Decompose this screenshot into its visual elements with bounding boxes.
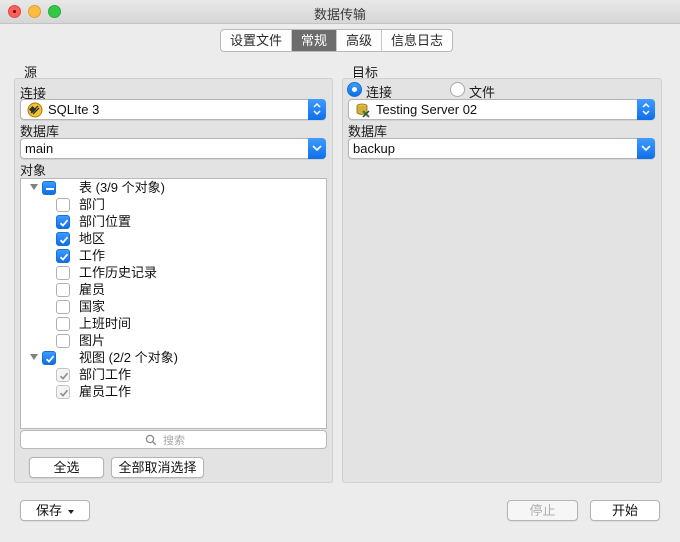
table-label: 工作: [79, 248, 106, 263]
tree-item-table[interactable]: 部门: [21, 196, 326, 213]
title-bar: 数据传输: [0, 0, 680, 24]
dropdown-caret-icon: [68, 509, 74, 514]
target-database-combo[interactable]: backup: [348, 138, 655, 159]
chevron-down-icon[interactable]: [637, 138, 655, 159]
tree-item-view[interactable]: 雇员工作: [21, 383, 326, 400]
table-checkbox[interactable]: [56, 198, 70, 212]
table-checkbox[interactable]: [56, 334, 70, 348]
target-file-radio[interactable]: [450, 82, 465, 97]
source-connection-popup[interactable]: SQLIte 3: [20, 99, 326, 120]
objects-label: 对象: [20, 163, 47, 178]
target-database-value: backup: [353, 141, 395, 156]
table-checkbox[interactable]: [56, 232, 70, 246]
object-search-field[interactable]: 搜索: [20, 430, 327, 449]
tree-group-tables[interactable]: 表 (3/9 个对象): [21, 179, 326, 196]
disclosure-triangle-icon[interactable]: [30, 184, 38, 190]
table-label: 部门: [79, 197, 106, 212]
tab-profile[interactable]: 设置文件: [221, 30, 293, 51]
tab-message-log[interactable]: 信息日志: [382, 30, 452, 51]
start-button[interactable]: 开始: [590, 500, 660, 521]
view-checkbox[interactable]: [56, 385, 70, 399]
table-label: 地区: [79, 231, 106, 246]
tree-item-table[interactable]: 工作历史记录: [21, 264, 326, 281]
tree-item-table[interactable]: 上班时间: [21, 315, 326, 332]
chevron-down-icon[interactable]: [308, 138, 326, 159]
tree-item-table[interactable]: 地区: [21, 230, 326, 247]
tree-item-table[interactable]: 部门位置: [21, 213, 326, 230]
table-checkbox[interactable]: [56, 266, 70, 280]
target-connection-popup[interactable]: Testing Server 02: [348, 99, 655, 120]
popup-arrows-icon: [308, 99, 326, 120]
views-group-label: 视图 (2/2 个对象): [79, 350, 178, 365]
sqlite-icon: [27, 102, 43, 118]
tree-item-view[interactable]: 部门工作: [21, 366, 326, 383]
search-placeholder: 搜索: [163, 435, 185, 447]
table-checkbox[interactable]: [56, 300, 70, 314]
views-group-checkbox[interactable]: [42, 351, 56, 365]
tree-item-table[interactable]: 图片: [21, 332, 326, 349]
view-label: 雇员工作: [79, 384, 132, 399]
view-checkbox[interactable]: [56, 368, 70, 382]
popup-arrows-icon: [637, 99, 655, 120]
tab-advanced[interactable]: 高级: [337, 30, 383, 51]
target-connection-radio[interactable]: [347, 82, 362, 97]
table-label: 部门位置: [79, 214, 132, 229]
save-button-label: 保存: [35, 503, 62, 518]
table-label: 雇员: [79, 282, 106, 297]
tree-group-views[interactable]: 视图 (2/2 个对象): [21, 349, 326, 366]
view-label: 部门工作: [79, 367, 132, 382]
deselect-all-button[interactable]: 全部取消选择: [111, 457, 204, 478]
tree-item-table[interactable]: 国家: [21, 298, 326, 315]
server-connection-icon: [355, 102, 371, 118]
tables-group-label: 表 (3/9 个对象): [79, 180, 165, 195]
window-title: 数据传输: [313, 7, 366, 22]
tab-bar: 设置文件 常规 高级 信息日志: [220, 29, 454, 52]
table-checkbox[interactable]: [56, 249, 70, 263]
target-connection-value: Testing Server 02: [376, 102, 478, 117]
table-label: 国家: [79, 299, 106, 314]
table-label: 上班时间: [79, 316, 132, 331]
tree-item-table[interactable]: 工作: [21, 247, 326, 264]
object-tree[interactable]: 表 (3/9 个对象) 部门 部门位置 地区 工作 工作历史记录 雇员 国家 上…: [20, 178, 327, 429]
table-checkbox[interactable]: [56, 283, 70, 297]
save-menu-button[interactable]: 保存: [20, 500, 90, 521]
select-all-button[interactable]: 全选: [29, 457, 104, 478]
tab-general[interactable]: 常规: [292, 30, 338, 51]
table-checkbox[interactable]: [56, 215, 70, 229]
table-label: 工作历史记录: [79, 265, 158, 280]
stop-button[interactable]: 停止: [507, 500, 578, 521]
search-icon: [145, 434, 157, 449]
tree-item-table[interactable]: 雇员: [21, 281, 326, 298]
table-label: 图片: [79, 333, 106, 348]
tables-group-checkbox[interactable]: [42, 181, 56, 195]
source-connection-value: SQLIte 3: [48, 102, 100, 117]
disclosure-triangle-icon[interactable]: [30, 354, 38, 360]
source-database-value: main: [25, 141, 54, 156]
table-checkbox[interactable]: [56, 317, 70, 331]
source-database-combo[interactable]: main: [20, 138, 326, 159]
